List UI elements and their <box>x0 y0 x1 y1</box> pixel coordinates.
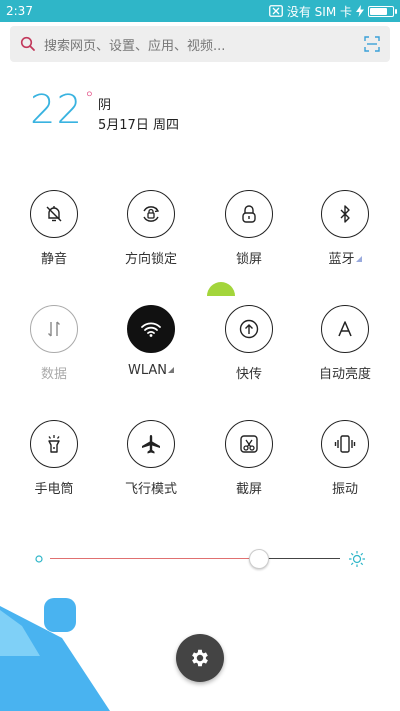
toggle-rotation-lock-circle[interactable] <box>127 190 175 238</box>
weather-temperature[interactable]: 22 ° <box>30 87 95 133</box>
toggle-lock-screen[interactable]: 锁屏 <box>214 190 284 267</box>
bluetooth-label-text: 蓝牙 <box>328 252 355 267</box>
toggle-auto-brightness-label: 自动亮度 <box>318 367 371 382</box>
search-placeholder[interactable]: 搜索网页、设置、应用、视频... <box>44 35 364 54</box>
toggle-screenshot[interactable]: 截屏 <box>214 420 284 497</box>
weather-info[interactable]: 阴 5月17日 周四 <box>98 96 179 136</box>
toggle-mute-label: 静音 <box>40 252 67 267</box>
toggle-flashlight-circle[interactable] <box>30 420 78 468</box>
wifi-icon <box>141 322 161 337</box>
toggle-auto-brightness-circle[interactable] <box>321 305 369 353</box>
rotation-lock-icon <box>143 206 160 222</box>
toggle-screenshot-circle[interactable] <box>225 420 273 468</box>
toggle-wlan[interactable]: WLAN <box>116 305 186 378</box>
battery-icon <box>368 5 397 17</box>
toggle-bluetooth[interactable]: 蓝牙 <box>310 190 380 267</box>
lock-icon <box>242 205 256 223</box>
toggle-lock-screen-circle[interactable] <box>225 190 273 238</box>
toggle-rotation-lock[interactable]: 方向锁定 <box>116 190 186 267</box>
weather-condition: 阴 <box>98 98 112 113</box>
brightness-track-empty[interactable] <box>258 558 340 559</box>
toggle-mobile-data-label: 数据 <box>40 367 67 382</box>
toggle-auto-brightness[interactable]: 自动亮度 <box>310 305 380 382</box>
toggle-airplane-mode[interactable]: 飞行模式 <box>116 420 186 497</box>
data-arrows-icon <box>48 321 60 337</box>
toggle-quick-share-circle[interactable] <box>225 305 273 353</box>
toggle-lock-screen-label: 锁屏 <box>235 252 262 267</box>
toggle-vibrate[interactable]: 振动 <box>310 420 380 497</box>
toggle-mute[interactable]: 静音 <box>19 190 89 267</box>
toggle-rotation-lock-label: 方向锁定 <box>124 252 177 267</box>
toggle-flashlight-label: 手电筒 <box>34 482 74 497</box>
brightness-low-icon <box>35 555 43 563</box>
toggle-mobile-data[interactable]: 数据 <box>19 305 89 382</box>
degree-sign: ° <box>84 88 95 109</box>
search-bar[interactable]: 搜索网页、设置、应用、视频... <box>10 26 390 62</box>
status-bar: 2:37 没有 SIM 卡 <box>0 0 400 22</box>
brightness-slider[interactable] <box>34 548 366 570</box>
toggle-vibrate-label: 振动 <box>331 482 358 497</box>
sim-status-text: 没有 SIM 卡 <box>286 4 352 19</box>
wlan-label-text: WLAN <box>127 363 167 378</box>
airplane-icon <box>142 435 160 454</box>
toggle-mobile-data-circle[interactable] <box>30 305 78 353</box>
search-icon <box>20 36 36 52</box>
brightness-high-icon <box>349 551 365 567</box>
toggle-wlan-circle[interactable] <box>127 305 175 353</box>
brightness-thumb[interactable] <box>248 549 269 569</box>
flashlight-icon <box>48 435 60 453</box>
settings-button[interactable] <box>176 634 224 682</box>
toggle-bluetooth-label: 蓝牙 <box>310 248 380 267</box>
temperature-value: 22 <box>30 87 83 133</box>
status-time: 2:37 <box>6 4 33 18</box>
toggle-mute-circle[interactable] <box>30 190 78 238</box>
brightness-track-filled[interactable] <box>50 558 259 559</box>
toggle-flashlight[interactable]: 手电筒 <box>19 420 89 497</box>
scan-icon[interactable] <box>364 36 380 52</box>
bluetooth-icon <box>340 205 350 223</box>
toggle-quick-share[interactable]: 快传 <box>214 305 284 382</box>
gear-icon <box>192 649 208 667</box>
weather-date: 5月17日 周四 <box>98 118 179 133</box>
no-sim-icon <box>268 5 283 17</box>
vibrate-icon <box>334 435 356 453</box>
wlan-menu-indicator <box>168 367 174 373</box>
toggle-wlan-label: WLAN <box>116 363 186 378</box>
battery-fill <box>370 7 387 15</box>
auto-brightness-icon <box>338 321 352 337</box>
toggle-screenshot-label: 截屏 <box>235 482 262 497</box>
toggle-vibrate-circle[interactable] <box>321 420 369 468</box>
toggle-airplane-mode-circle[interactable] <box>127 420 175 468</box>
toggle-quick-share-label: 快传 <box>235 367 262 382</box>
screenshot-icon <box>240 435 258 453</box>
share-up-icon <box>239 319 259 339</box>
toggle-bluetooth-circle[interactable] <box>321 190 369 238</box>
green-decoration <box>207 282 235 296</box>
bluetooth-menu-indicator <box>355 256 362 262</box>
charging-icon <box>356 5 364 17</box>
toggle-airplane-mode-label: 飞行模式 <box>124 482 177 497</box>
wallpaper-decoration <box>0 598 110 711</box>
bell-off-icon <box>46 206 62 222</box>
